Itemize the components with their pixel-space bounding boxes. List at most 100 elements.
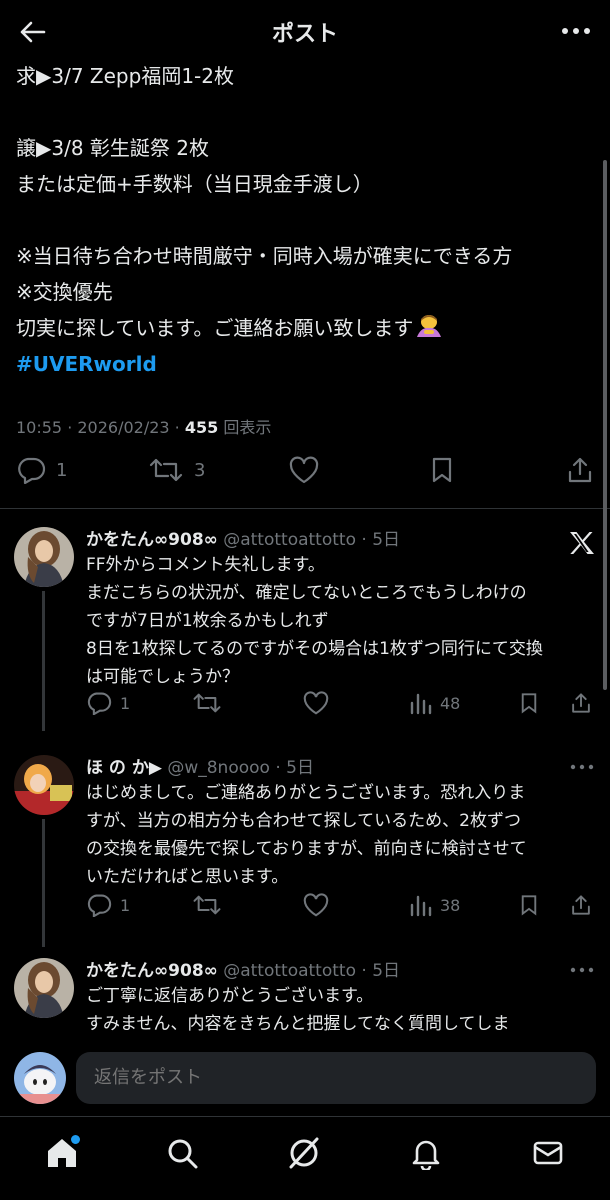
notification-dot [71, 1135, 80, 1144]
repost-button[interactable] [192, 691, 222, 715]
hashtag-link[interactable]: #UVERworld [16, 346, 594, 382]
comment-icon [87, 692, 112, 715]
tab-notifications[interactable] [406, 1133, 446, 1173]
more-dots-icon [570, 967, 594, 973]
reply-line: は可能でしょうか？ [86, 667, 239, 687]
user-name[interactable]: ほ の か▶ [86, 758, 162, 778]
search-icon [168, 1139, 198, 1169]
reply-item[interactable]: ほ の か▶ @w_8noooo · 5日 はじめまして。ご連絡ありがとうござい… [0, 753, 610, 947]
post-line: または定価+手数料（当日現金手渡し） [16, 172, 373, 196]
view-count: 48 [440, 693, 461, 713]
comment-icon [18, 457, 46, 484]
post-line: 求▶3/7 Zepp福岡1-2枚 [16, 64, 234, 88]
more-dots-icon [562, 28, 590, 34]
view-label: 回表示 [218, 418, 272, 437]
more-options-button[interactable] [558, 16, 594, 46]
reply-line: いただければと思います。 [86, 867, 289, 887]
share-icon [568, 457, 592, 483]
reply-line: の交換を最優先で探しておりますが、前向きに検討させて [86, 839, 527, 859]
scrollbar[interactable] [603, 160, 607, 690]
reply-line: 8日を1枚探してるのですがその場合は1枚ずつ同行にて交換 [86, 639, 543, 659]
bowing-person-emoji-icon [415, 313, 443, 350]
like-button[interactable] [302, 691, 330, 715]
share-button[interactable] [570, 893, 592, 917]
user-handle[interactable]: @w_8noooo · 5日 [162, 758, 314, 778]
post-line [16, 94, 594, 130]
repost-button[interactable]: 3 [148, 456, 205, 484]
like-button[interactable] [302, 893, 330, 917]
heart-icon [289, 456, 319, 484]
reply-button[interactable]: 1 [86, 691, 130, 715]
my-avatar[interactable] [14, 1052, 66, 1104]
reply-line: ご丁寧に返信ありがとうございます。 [86, 986, 374, 1006]
reply-line: ですが7日が1枚余るかもしれず [86, 611, 329, 631]
user-handle[interactable]: @attottoattotto · 5日 [218, 530, 400, 550]
tab-messages[interactable] [528, 1133, 568, 1173]
reply-text: FF外からコメント失礼します。 まだこちらの状況が、確定してないところでもうしわ… [86, 551, 596, 691]
post-meta: 10:55 · 2026/02/23 · 455 回表示 [16, 414, 271, 438]
views-button[interactable]: 48 [410, 691, 460, 715]
user-name[interactable]: かをたん∞908∞ [86, 961, 218, 981]
avatar[interactable] [14, 527, 74, 587]
reply-line: まだこちらの状況が、確定してないところでもうしわけの [86, 583, 527, 603]
share-icon [572, 895, 590, 915]
reply-text: はじめまして。ご連絡ありがとうございます。恐れ入りま すが、当方の相方分も合わせ… [86, 779, 596, 891]
grok-icon [289, 1137, 319, 1169]
post-line-with-emoji: 切実に探しています。ご連絡お願い致します [16, 310, 594, 346]
mail-icon [533, 1141, 563, 1165]
reply-actions: 1 38 [86, 893, 596, 923]
reply-header: ほ の か▶ @w_8noooo · 5日 [86, 753, 314, 778]
heart-icon [303, 893, 329, 917]
post-line: ※交換優先 [16, 280, 113, 304]
reply-text: ご丁寧に返信ありがとうございます。 すみません、内容をきちんと把握してなく質問し… [86, 982, 596, 1038]
reply-header: かをたん∞908∞ @attottoattotto · 5日 [86, 956, 400, 981]
like-button[interactable] [288, 456, 320, 484]
views-button[interactable]: 38 [410, 893, 460, 917]
thread-line [42, 591, 45, 731]
bookmark-button[interactable] [428, 456, 456, 484]
divider [0, 508, 610, 509]
reply-header: かをたん∞908∞ @attottoattotto · 5日 [86, 525, 400, 550]
comment-icon [87, 894, 112, 917]
reply-actions: 1 48 [86, 691, 596, 721]
top-bar: ポスト [0, 0, 610, 62]
reply-count: 1 [56, 459, 68, 481]
post-line: ※当日待ち合わせ時間厳守・同時入場が確実にできる方 [16, 244, 513, 268]
post-timestamp: 10:55 · 2026/02/23 · [16, 418, 185, 437]
tab-home[interactable] [42, 1133, 82, 1173]
share-button[interactable] [570, 691, 592, 715]
avatar[interactable] [14, 958, 74, 1018]
reply-button[interactable]: 1 [86, 893, 130, 917]
tab-grok[interactable] [284, 1133, 324, 1173]
reply-line: すが、当方の相方分も合わせて探しているため、2枚ずつ [86, 811, 521, 831]
repost-icon [193, 895, 221, 915]
reply-more-button[interactable] [570, 755, 594, 774]
bookmark-button[interactable] [518, 691, 540, 715]
user-handle[interactable]: @attottoattotto · 5日 [218, 961, 400, 981]
repost-icon [193, 693, 221, 713]
share-button[interactable] [566, 456, 594, 484]
reply-line: はじめまして。ご連絡ありがとうございます。恐れ入りま [86, 783, 526, 803]
post-actions: 1 3 [0, 456, 610, 500]
reply-button[interactable]: 1 [16, 456, 67, 484]
reply-more-button[interactable] [570, 958, 594, 977]
share-icon [572, 693, 590, 713]
reply-item[interactable]: かをたん∞908∞ @attottoattotto · 5日 FF外からコメント… [0, 525, 610, 731]
reply-input[interactable] [76, 1052, 596, 1104]
analytics-icon [410, 895, 432, 917]
reply-count: 1 [120, 693, 131, 713]
user-name[interactable]: かをたん∞908∞ [86, 530, 218, 550]
tab-search[interactable] [162, 1133, 202, 1173]
post-line: 切実に探しています。ご連絡お願い致します [16, 316, 414, 340]
thread-line [42, 819, 45, 947]
repost-button[interactable] [192, 893, 222, 917]
bookmark-button[interactable] [518, 893, 540, 917]
post-line [16, 202, 594, 238]
reply-line: FF外からコメント失礼します。 [86, 555, 325, 575]
avatar[interactable] [14, 755, 74, 815]
reply-item[interactable]: かをたん∞908∞ @attottoattotto · 5日 ご丁寧に返信ありが… [0, 956, 610, 1040]
repost-icon [149, 458, 183, 482]
bookmark-icon [432, 457, 452, 483]
heart-icon [303, 691, 329, 715]
view-count: 38 [440, 895, 461, 915]
